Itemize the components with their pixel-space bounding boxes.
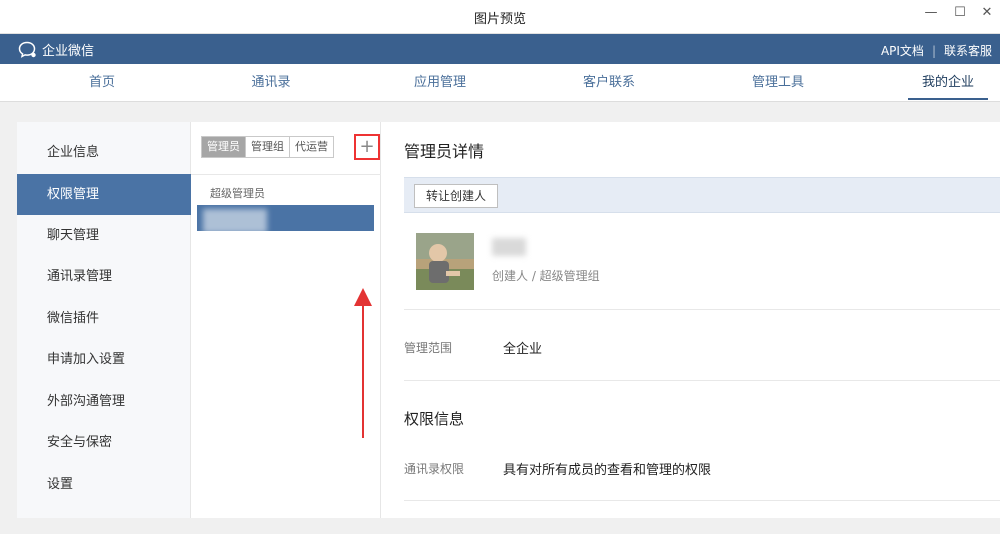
top-nav: 首页 通讯录 应用管理 客户联系 管理工具 我的企业	[0, 64, 1000, 102]
brand-logo[interactable]: 企业微信	[18, 40, 94, 59]
scope-label: 管理范围	[404, 341, 453, 355]
tab-admins[interactable]: 管理员	[202, 137, 246, 157]
super-admin-group-label: 超级管理员	[210, 187, 265, 200]
sidebar-item-wechat-plugin[interactable]: 微信插件	[17, 298, 191, 339]
contacts-permission-label: 通讯录权限	[404, 462, 465, 476]
contacts-permission-value: 具有对所有成员的查看和管理的权限	[503, 463, 712, 478]
maximize-button[interactable]: ☐	[949, 4, 971, 22]
sidebar-item-company-info[interactable]: 企业信息	[17, 132, 191, 173]
brand-name: 企业微信	[42, 44, 95, 59]
sidebar-item-chat-management[interactable]: 聊天管理	[17, 215, 191, 256]
sidebar-item-security[interactable]: 安全与保密	[17, 422, 191, 463]
avatar-photo-icon	[416, 233, 474, 290]
add-admin-button[interactable]: +	[354, 134, 380, 160]
window-titlebar: 图片预览 — ☐ ✕	[0, 0, 1000, 34]
divider	[191, 174, 381, 175]
redacted-name	[203, 209, 267, 233]
sidebar-item-external-communication[interactable]: 外部沟通管理	[17, 381, 191, 422]
sidebar: 企业信息 权限管理 聊天管理 通讯录管理 微信插件 申请加入设置 外部沟通管理 …	[17, 122, 191, 518]
nav-app-management[interactable]: 应用管理	[404, 64, 476, 102]
window-title: 图片预览	[473, 12, 526, 27]
permissions-section-title: 权限信息	[404, 410, 465, 428]
nav-home[interactable]: 首页	[72, 64, 132, 102]
detail-action-bar: 转让创建人	[404, 177, 1000, 213]
api-docs-link[interactable]: API文档	[881, 42, 924, 59]
sidebar-item-contacts-management[interactable]: 通讯录管理	[17, 256, 191, 297]
redacted-admin-name	[492, 238, 526, 256]
brand-bar: 企业微信 API文档 | 联系客服	[0, 34, 1000, 64]
admin-role: 创建人 / 超级管理组	[492, 269, 600, 283]
close-button[interactable]: ✕	[976, 4, 998, 22]
divider	[404, 309, 1000, 310]
admin-list-item-selected[interactable]	[197, 205, 374, 233]
nav-contacts[interactable]: 通讯录	[236, 64, 306, 102]
admin-tabs: 管理员 管理组 代运营	[201, 136, 334, 158]
window-bottom-edge	[0, 518, 1000, 534]
divider	[404, 380, 1000, 381]
annotation-arrow-icon	[354, 288, 372, 438]
nav-customer-contact[interactable]: 客户联系	[573, 64, 645, 102]
main-content: 企业信息 权限管理 聊天管理 通讯录管理 微信插件 申请加入设置 外部沟通管理 …	[17, 122, 1000, 518]
sidebar-item-join-settings[interactable]: 申请加入设置	[17, 339, 191, 380]
tab-agency-operation[interactable]: 代运营	[290, 137, 333, 157]
scope-value: 全企业	[503, 342, 543, 357]
transfer-creator-button[interactable]: 转让创建人	[414, 184, 499, 208]
nav-management-tools[interactable]: 管理工具	[742, 64, 814, 102]
tab-admin-groups[interactable]: 管理组	[246, 137, 290, 157]
minimize-button[interactable]: —	[920, 4, 942, 22]
brand-links-separator: |	[931, 43, 936, 58]
admin-detail-panel: 管理员详情 转让创建人 创建人 / 超级管理组 管理范围 全企业 权限信息 通讯…	[381, 122, 1000, 518]
nav-my-company[interactable]: 我的企业	[908, 64, 988, 102]
avatar	[416, 233, 474, 290]
sidebar-item-permissions[interactable]: 权限管理	[17, 174, 191, 215]
support-link[interactable]: 联系客服	[944, 42, 992, 59]
sidebar-item-settings[interactable]: 设置	[17, 464, 191, 505]
divider	[404, 500, 1000, 501]
chat-bubble-icon	[18, 41, 36, 58]
brand-links: API文档 | 联系客服	[881, 42, 992, 59]
page-title: 管理员详情	[404, 142, 485, 161]
